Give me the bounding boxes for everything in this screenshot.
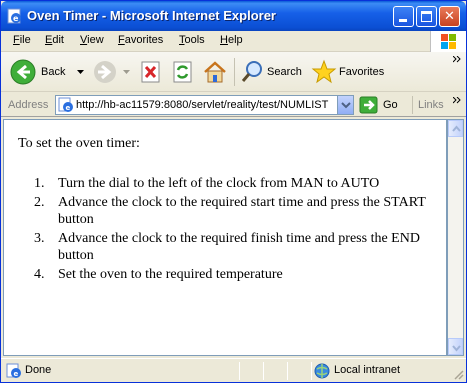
list-number: 3.	[34, 231, 45, 246]
scroll-up-button[interactable]	[448, 120, 463, 137]
status-bar: e Done Local intranet	[1, 358, 466, 382]
windows-logo	[430, 31, 466, 52]
minimize-icon	[399, 19, 407, 22]
browser-window: e Oven Timer - Microsoft Internet Explor…	[0, 0, 467, 383]
maximize-icon	[421, 11, 432, 22]
page-content: To set the oven timer: 1. Turn the dial t…	[3, 119, 447, 356]
forward-button[interactable]	[91, 58, 133, 86]
home-button[interactable]	[201, 58, 229, 86]
favorites-button[interactable]: Favorites	[311, 58, 391, 86]
status-separator	[239, 362, 240, 380]
ie-page-icon: e	[7, 8, 21, 24]
minimize-button[interactable]	[393, 6, 414, 27]
refresh-icon	[173, 61, 192, 83]
list-item: 1. Turn the dial to the left of the clock…	[18, 175, 428, 192]
forward-dropdown-icon[interactable]	[123, 70, 130, 75]
intranet-globe-icon	[314, 363, 330, 379]
menu-help[interactable]: Help	[220, 34, 243, 46]
address-separator	[412, 96, 413, 114]
scroll-down-icon	[452, 345, 461, 352]
scroll-down-button[interactable]	[448, 338, 463, 355]
status-text: Done	[25, 364, 52, 376]
scroll-up-icon	[452, 125, 461, 132]
back-button[interactable]: Back	[9, 58, 87, 86]
list-item: 2. Advance the clock to the required star…	[18, 194, 428, 228]
stop-icon	[141, 61, 160, 83]
steps-list: 1. Turn the dial to the left of the clock…	[18, 175, 428, 285]
svg-text:e: e	[13, 14, 19, 23]
list-item-text: Advance the clock to the required start …	[58, 195, 426, 227]
list-item: 3. Advance the clock to the required fini…	[18, 230, 428, 264]
favorites-label: Favorites	[339, 66, 385, 78]
close-button[interactable]: ✕	[439, 6, 460, 27]
menu-bar: File Edit View Favorites Tools Help	[1, 31, 466, 52]
address-url: http://hb-ac11579:8080/servlet/reality/t…	[76, 99, 329, 111]
close-icon: ✕	[444, 9, 455, 24]
page-done-icon: e	[6, 363, 21, 378]
list-item-text: Advance the clock to the required finish…	[58, 231, 420, 263]
stop-button[interactable]	[139, 58, 165, 86]
svg-text:e: e	[14, 370, 19, 378]
list-item: 4. Set the oven to the required temperatu…	[18, 266, 428, 283]
menu-view[interactable]: View	[80, 34, 104, 46]
security-zone-text: Local intranet	[334, 364, 401, 376]
intro-text: To set the oven timer:	[18, 136, 140, 151]
standard-toolbar: Back Search Favorites	[1, 52, 466, 92]
back-dropdown-icon[interactable]	[77, 70, 84, 75]
forward-arrow-icon	[94, 61, 116, 83]
list-item-text: Set the oven to the required temperature	[58, 267, 283, 282]
address-input[interactable]: e http://hb-ac11579:8080/servlet/reality…	[55, 95, 354, 115]
menu-favorites[interactable]: Favorites	[118, 34, 163, 46]
maximize-button[interactable]	[416, 6, 437, 27]
menu-tools[interactable]: Tools	[179, 34, 205, 46]
home-icon	[204, 61, 226, 83]
menu-edit[interactable]: Edit	[45, 34, 64, 46]
vertical-scrollbar[interactable]	[447, 119, 464, 356]
resize-grip-icon[interactable]	[452, 368, 464, 380]
list-number: 2.	[34, 195, 45, 210]
links-chevron-icon[interactable]	[453, 97, 461, 105]
toolbar-chevron-icon[interactable]	[453, 56, 461, 64]
search-icon	[241, 61, 262, 82]
links-label[interactable]: Links	[418, 99, 444, 111]
status-separator	[263, 362, 264, 380]
toolbar-separator	[234, 58, 235, 86]
title-bar[interactable]: e Oven Timer - Microsoft Internet Explor…	[1, 1, 466, 31]
status-separator	[287, 362, 288, 380]
address-label: Address	[8, 99, 49, 111]
search-button[interactable]: Search	[241, 58, 307, 86]
svg-text:e: e	[66, 104, 71, 112]
menu-file[interactable]: File	[13, 34, 31, 46]
refresh-button[interactable]	[171, 58, 197, 86]
address-dropdown-button[interactable]	[337, 96, 353, 114]
go-button[interactable]: Go	[359, 96, 409, 114]
chevron-down-icon	[341, 102, 351, 109]
go-label: Go	[383, 99, 398, 111]
back-label: Back	[41, 66, 66, 78]
favorites-star-icon	[311, 59, 337, 84]
list-number: 4.	[34, 267, 45, 282]
status-separator	[311, 362, 312, 380]
back-arrow-icon	[10, 59, 36, 85]
address-bar: Address e http://hb-ac11579:8080/servlet…	[1, 93, 466, 117]
windows-flag-icon	[441, 34, 456, 49]
page-icon: e	[58, 97, 73, 112]
go-arrow-icon	[359, 96, 378, 114]
list-number: 1.	[34, 176, 45, 191]
search-label: Search	[267, 66, 302, 78]
list-item-text: Turn the dial to the left of the clock f…	[58, 176, 380, 191]
window-title: Oven Timer - Microsoft Internet Explorer	[27, 8, 276, 23]
